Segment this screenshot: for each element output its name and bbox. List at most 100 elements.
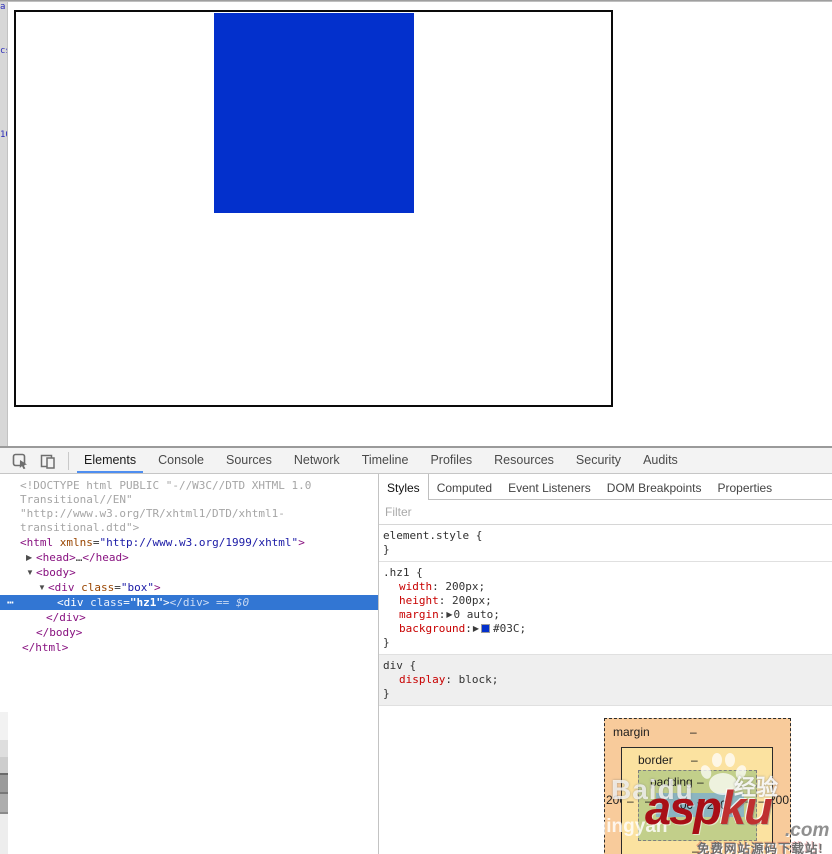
code-token: xmlns: [53, 536, 93, 549]
scrollbar-thumb[interactable]: [0, 794, 8, 812]
dom-tree-line[interactable]: </html>: [0, 640, 378, 655]
dom-tree-line[interactable]: </body>: [0, 625, 378, 640]
left-window-edge: a; cs 10: [0, 2, 8, 446]
style-rule: div {display: block;}: [379, 655, 832, 706]
style-rule: .hz1 {width: 200px; height: 200px; margin:…: [379, 562, 832, 655]
dom-tree-line[interactable]: <!DOCTYPE html PUBLIC "-//W3C//DTD XHTML…: [0, 479, 378, 493]
devtools-tab-profiles[interactable]: Profiles: [419, 448, 483, 473]
dom-tree-line[interactable]: Transitional//EN": [0, 493, 378, 507]
devtools-tab-security[interactable]: Security: [565, 448, 632, 473]
rule-close-brace: }: [383, 543, 390, 556]
box-model-border[interactable]: border – – – – padding – – – 200 × 200: [621, 747, 773, 854]
code-token: height: [399, 594, 439, 607]
css-declaration[interactable]: margin:▶0 auto;: [383, 608, 830, 622]
styles-filter-input[interactable]: [379, 500, 823, 524]
sidebar-tab-computed[interactable]: Computed: [429, 474, 500, 499]
devtools-tab-console[interactable]: Console: [147, 448, 215, 473]
rule-selector[interactable]: div {: [383, 659, 830, 673]
style-rule: element.style {}: [379, 525, 832, 562]
css-declaration[interactable]: height: 200px;: [383, 594, 830, 608]
code-token: >: [298, 536, 305, 549]
window-edge-segment: [0, 712, 8, 740]
color-swatch[interactable]: [481, 624, 491, 633]
devtools-tab-bar: Elements Console Sources Network Timeline Pro…: [73, 448, 689, 473]
inspect-element-icon[interactable]: [12, 453, 28, 469]
page-box-div: [14, 10, 613, 407]
code-token: </html>: [22, 641, 69, 654]
code-token: </div>: [169, 596, 210, 609]
box-model-margin[interactable]: margin – 200 200 border – – – – padding …: [604, 718, 791, 854]
code-token: ▶: [446, 610, 453, 619]
css-declaration[interactable]: background:▶ #03C;: [383, 622, 830, 636]
sidebar-tab-event-listeners[interactable]: Event Listeners: [500, 474, 599, 499]
clipped-text-fragment: cs: [0, 46, 7, 56]
window-edge-segment: [0, 740, 8, 757]
devtools-toolbar: Elements Console Sources Network Timeline Pro…: [0, 446, 832, 474]
code-token: </body>: [36, 626, 83, 639]
code-token: : block;: [445, 673, 499, 686]
devtools-tab-sources[interactable]: Sources: [215, 448, 283, 473]
code-token: =: [114, 581, 121, 594]
code-token: </head>: [82, 551, 129, 564]
dom-tree-line[interactable]: ⋯ <div class="hz1"></div> == $0: [0, 595, 378, 610]
box-model-padding[interactable]: padding – – – 200 × 200: [638, 770, 757, 841]
dom-tree-line[interactable]: </div>: [0, 610, 378, 625]
toolbar-separator: [68, 451, 69, 470]
code-token: "http://www.w3.org/TR/xhtml1/DTD/xhtml1-: [20, 507, 285, 520]
box-model-content[interactable]: 200 × 200: [656, 793, 744, 817]
devtools-tab-timeline[interactable]: Timeline: [351, 448, 420, 473]
more-actions-ellipsis[interactable]: ⋯: [7, 595, 15, 610]
dom-tree-line[interactable]: "http://www.w3.org/TR/xhtml1/DTD/xhtml1-: [0, 507, 378, 521]
window-edge-segment: [0, 757, 8, 773]
devtools-tab-resources[interactable]: Resources: [483, 448, 565, 473]
dom-tree-line[interactable]: ▶ <head>…</head>: [0, 550, 378, 565]
code-token: Transitional//EN": [20, 493, 133, 506]
devtools-tab-network[interactable]: Network: [283, 448, 351, 473]
dom-tree-line[interactable]: ▼ <div class="box">: [0, 580, 378, 595]
dom-tree-line[interactable]: ▼ <body>: [0, 565, 378, 580]
window-edge-segment: [0, 814, 8, 854]
css-declaration[interactable]: width: 200px;: [383, 580, 830, 594]
sidebar-tab-properties[interactable]: Properties: [709, 474, 780, 499]
code-token: class: [74, 581, 115, 594]
code-token: "box": [120, 581, 154, 594]
dom-tree-line[interactable]: transitional.dtd">: [0, 521, 378, 535]
sidebar-tabs-rest: Computed Event Listeners DOM Breakpoints Pr…: [428, 474, 832, 500]
code-token: <body>: [36, 566, 76, 579]
code-token: </div>: [46, 611, 86, 624]
scrollbar-thumb[interactable]: [0, 775, 8, 792]
code-token: :: [438, 608, 446, 621]
devtools-tab-elements[interactable]: Elements: [73, 448, 147, 473]
code-token: =: [123, 596, 130, 609]
device-toolbar-icon[interactable]: [40, 453, 56, 469]
code-token: =: [92, 536, 100, 549]
border-bottom-value: –: [692, 844, 699, 854]
style-rules: element.style {} .hz1 {width: 200px; heigh…: [379, 525, 832, 706]
border-left-value: –: [627, 794, 634, 808]
border-right-value: –: [758, 794, 765, 808]
dotcom-watermark: .com: [785, 820, 830, 841]
padding-right-value: –: [745, 794, 752, 808]
clipped-text-fragment: 10: [0, 130, 7, 140]
expanded-arrow-icon[interactable]: ▼: [26, 565, 36, 580]
code-token: #03C;: [493, 622, 527, 635]
border-top-value: –: [691, 753, 698, 767]
rule-selector[interactable]: element.style {: [383, 529, 830, 543]
rule-selector[interactable]: .hz1 {: [383, 566, 830, 580]
sidebar-tab-styles[interactable]: Styles: [379, 474, 429, 500]
code-token: <!DOCTYPE html PUBLIC "-//W3C//DTD XHTML…: [20, 479, 312, 492]
styles-sidebar: Styles Computed Event Listeners DOM Breakpo…: [378, 474, 832, 854]
page-blue-square: [213, 13, 414, 213]
code-token: : 200px;: [438, 594, 492, 607]
expanded-arrow-icon[interactable]: ▼: [38, 580, 48, 595]
rule-close-brace: }: [383, 687, 390, 700]
dom-tree-line[interactable]: <html xmlns="http://www.w3.org/1999/xhtm…: [0, 535, 378, 550]
clipped-text-fragment: a;: [0, 2, 7, 12]
devtools-tab-audits[interactable]: Audits: [632, 448, 689, 473]
code-token: 0 auto;: [453, 608, 500, 621]
collapsed-arrow-icon[interactable]: ▶: [26, 550, 36, 565]
sidebar-tab-dom-breakpoints[interactable]: DOM Breakpoints: [599, 474, 710, 499]
box-model-padding-label: padding: [650, 775, 693, 789]
css-declaration[interactable]: display: block;: [383, 673, 830, 687]
devtools-panel: Elements Console Sources Network Timeline Pro…: [0, 446, 832, 854]
